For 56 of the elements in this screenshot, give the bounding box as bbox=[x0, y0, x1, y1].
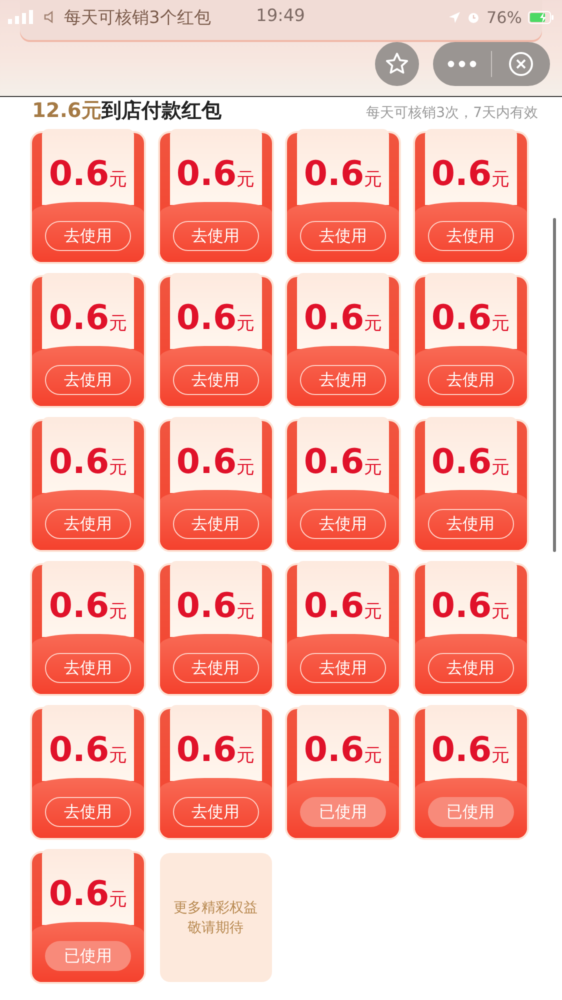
use-button[interactable]: 去使用 bbox=[172, 365, 258, 395]
coupon-amount: 0.6元 bbox=[48, 586, 128, 626]
coupon-amount: 0.6元 bbox=[304, 154, 382, 194]
coupon-amount: 0.6元 bbox=[176, 442, 255, 482]
use-button[interactable]: 去使用 bbox=[45, 509, 131, 539]
coupon-amount: 0.6元 bbox=[176, 298, 255, 338]
page-title: 到店付款红包 bbox=[101, 97, 222, 124]
more-icon bbox=[447, 60, 477, 68]
use-button[interactable]: 去使用 bbox=[45, 797, 131, 827]
coupon-amount: 0.6元 bbox=[304, 298, 382, 338]
validity-note: 每天可核销3次，7天内有效 bbox=[366, 104, 538, 122]
use-button[interactable]: 去使用 bbox=[300, 509, 386, 539]
use-button[interactable]: 去使用 bbox=[428, 221, 514, 251]
use-button[interactable]: 去使用 bbox=[428, 365, 514, 395]
alarm-icon bbox=[467, 10, 480, 24]
favorite-button[interactable] bbox=[375, 42, 419, 86]
use-button[interactable]: 去使用 bbox=[172, 509, 258, 539]
coupon-amount: 0.6元 bbox=[431, 298, 510, 338]
use-button[interactable]: 已使用 bbox=[428, 797, 514, 827]
coupon-amount: 0.6元 bbox=[176, 154, 255, 194]
coupon-amount: 0.6元 bbox=[48, 874, 128, 914]
coupon-amount: 0.6元 bbox=[176, 586, 255, 626]
use-button[interactable]: 去使用 bbox=[300, 653, 386, 683]
use-button[interactable]: 去使用 bbox=[300, 221, 386, 251]
coupon-amount: 0.6元 bbox=[431, 442, 510, 482]
coupon-amount: 0.6元 bbox=[431, 586, 510, 626]
use-button[interactable]: 去使用 bbox=[300, 365, 386, 395]
status-time: 19:49 bbox=[256, 6, 305, 26]
close-icon bbox=[508, 51, 534, 77]
use-button[interactable]: 去使用 bbox=[172, 221, 258, 251]
use-button[interactable]: 已使用 bbox=[45, 941, 131, 971]
coupon-amount: 0.6元 bbox=[431, 154, 510, 194]
coupon-amount: 0.6元 bbox=[48, 154, 128, 194]
total-amount: 12.6元 bbox=[32, 97, 102, 124]
use-button[interactable]: 去使用 bbox=[428, 509, 514, 539]
use-button[interactable]: 去使用 bbox=[172, 653, 258, 683]
use-button[interactable]: 去使用 bbox=[45, 365, 131, 395]
coupon-amount: 0.6元 bbox=[431, 730, 510, 770]
coupon-amount: 0.6元 bbox=[48, 298, 128, 338]
use-button[interactable]: 去使用 bbox=[45, 221, 131, 251]
coupon-amount: 0.6元 bbox=[304, 586, 382, 626]
use-button[interactable]: 去使用 bbox=[45, 653, 131, 683]
use-button[interactable]: 去使用 bbox=[172, 797, 258, 827]
coming-soon-text: 更多精彩权益 bbox=[174, 898, 258, 918]
signal-icon bbox=[8, 10, 34, 24]
battery-percent: 76% bbox=[486, 8, 522, 26]
use-button[interactable]: 去使用 bbox=[428, 653, 514, 683]
banner-text: 每天可核销3个红包 bbox=[64, 6, 211, 28]
coupon-amount: 0.6元 bbox=[304, 442, 382, 482]
coupon-amount: 0.6元 bbox=[48, 442, 128, 482]
coupon-amount: 0.6元 bbox=[176, 730, 255, 770]
coupon-amount: 0.6元 bbox=[304, 730, 382, 770]
coming-soon-text: 敬请期待 bbox=[188, 918, 244, 938]
use-button[interactable]: 已使用 bbox=[300, 797, 386, 827]
location-icon bbox=[448, 10, 462, 24]
coupon-amount: 0.6元 bbox=[48, 730, 128, 770]
